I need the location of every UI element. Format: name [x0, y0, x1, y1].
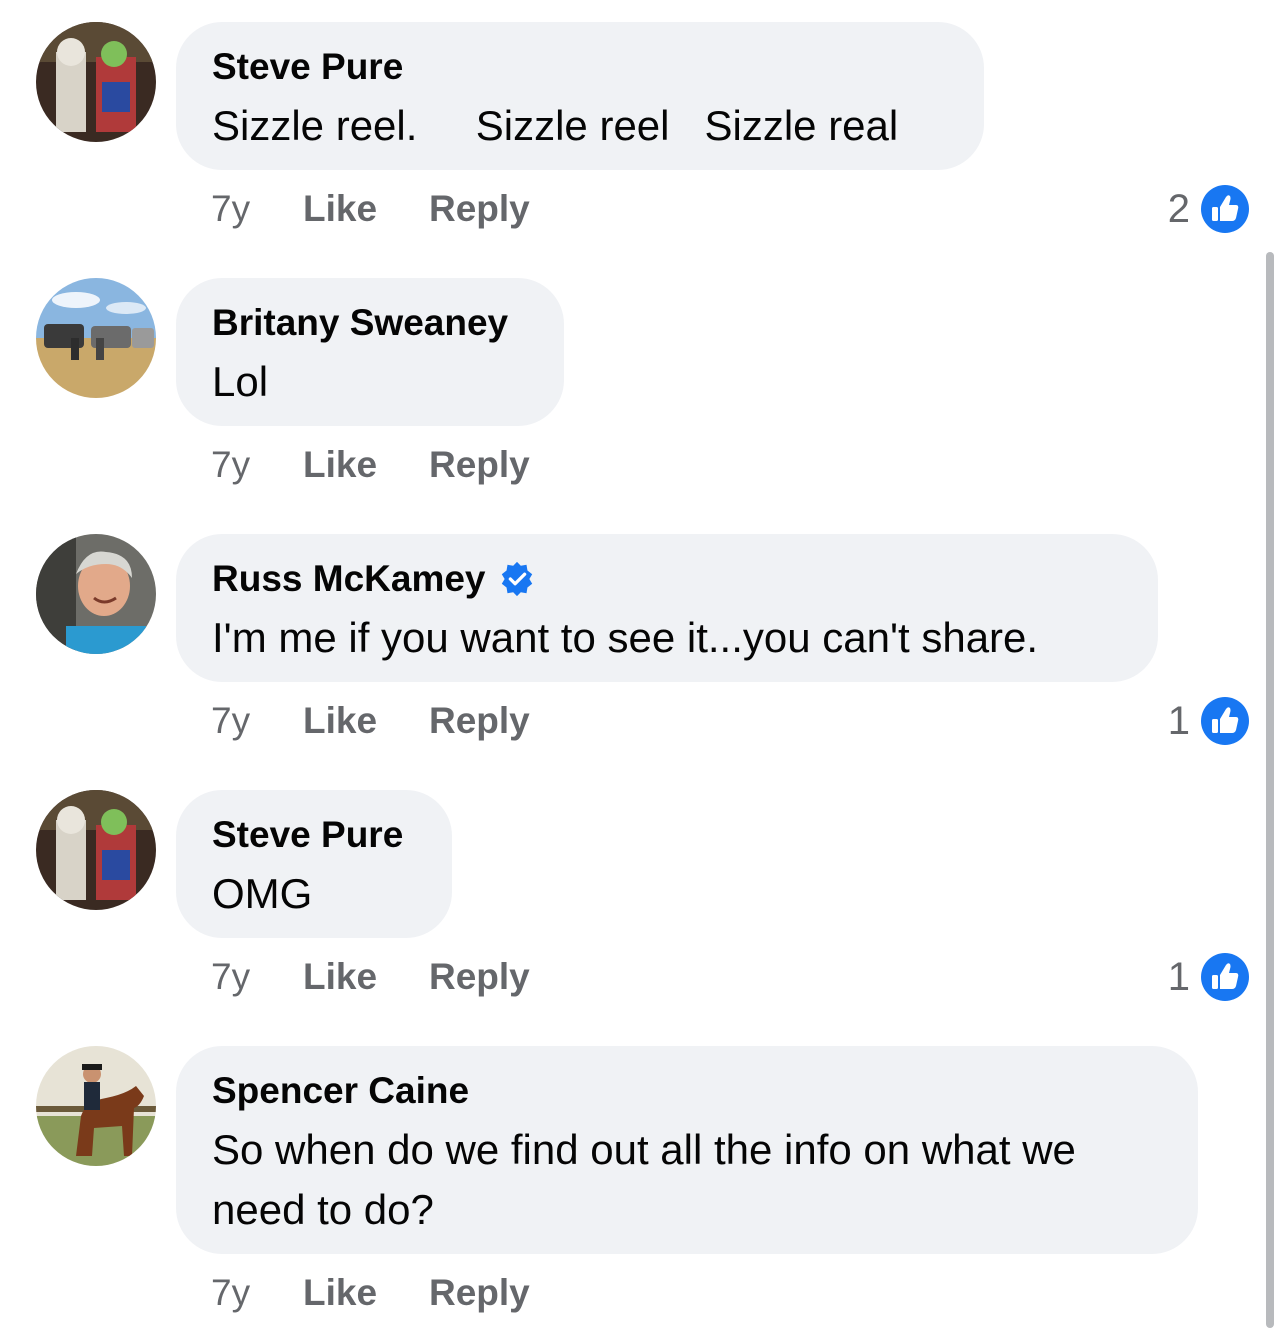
author-name[interactable]: Spencer Caine	[212, 1066, 469, 1116]
comment-bubble: Spencer Caine So when do we find out all…	[176, 1046, 1198, 1254]
comment-timestamp[interactable]: 7y	[211, 444, 303, 486]
reaction-summary[interactable]: 2	[1168, 184, 1250, 234]
comment-timestamp[interactable]: 7y	[211, 188, 303, 230]
comment-timestamp[interactable]: 7y	[211, 956, 303, 998]
avatar-russ-mckamey-image	[36, 534, 156, 654]
author-name[interactable]: Britany Sweaney	[212, 298, 508, 348]
avatar[interactable]	[36, 278, 156, 398]
author-name[interactable]: Steve Pure	[212, 42, 403, 92]
comment-bubble: Steve Pure Sizzle reel. Sizzle reel Sizz…	[176, 22, 984, 170]
like-button[interactable]: Like	[303, 188, 429, 230]
comment-author[interactable]: Spencer Caine	[212, 1066, 1160, 1116]
comment-author[interactable]: Britany Sweaney	[212, 298, 526, 348]
comment-text: Lol	[212, 358, 269, 405]
reaction-count: 1	[1167, 954, 1190, 999]
reply-button[interactable]: Reply	[429, 1272, 530, 1314]
avatar-spencer-caine-image	[36, 1046, 156, 1166]
comment-text: Sizzle reel. Sizzle reel Sizzle real	[212, 102, 899, 149]
avatar[interactable]	[36, 22, 156, 142]
reaction-summary[interactable]: 1	[1168, 696, 1250, 746]
comment-text: So when do we find out all the info on w…	[212, 1126, 1088, 1233]
reply-button[interactable]: Reply	[429, 956, 530, 998]
like-thumb-icon	[1201, 953, 1249, 1001]
like-thumb-icon	[1201, 697, 1249, 745]
reply-button[interactable]: Reply	[429, 188, 530, 230]
comment-text: OMG	[212, 870, 313, 917]
comment-actions: 7y Like Reply	[211, 440, 530, 490]
comment-timestamp[interactable]: 7y	[211, 700, 303, 742]
like-thumb-icon	[1201, 185, 1249, 233]
like-button[interactable]: Like	[303, 444, 429, 486]
reaction-count: 2	[1167, 186, 1190, 231]
comment-author[interactable]: Russ McKamey	[212, 554, 1120, 604]
avatar[interactable]	[36, 534, 156, 654]
avatar-steve-pure-image	[36, 790, 156, 910]
scrollbar[interactable]	[1266, 252, 1274, 1328]
comment-actions: 7y Like Reply	[211, 696, 530, 746]
reply-button[interactable]: Reply	[429, 444, 530, 486]
comment-actions: 7y Like Reply	[211, 184, 530, 234]
avatar[interactable]	[36, 790, 156, 910]
comment-bubble: Steve Pure OMG	[176, 790, 452, 938]
reaction-summary[interactable]: 1	[1168, 952, 1250, 1002]
comment-bubble: Russ McKamey I'm me if you want to see i…	[176, 534, 1158, 682]
avatar[interactable]	[36, 1046, 156, 1166]
like-button[interactable]: Like	[303, 956, 429, 998]
like-button[interactable]: Like	[303, 700, 429, 742]
verified-badge-icon	[501, 561, 532, 597]
author-name[interactable]: Russ McKamey	[212, 554, 486, 604]
avatar-britany-sweaney-image	[36, 278, 156, 398]
comment-bubble: Britany Sweaney Lol	[176, 278, 564, 426]
comment-author[interactable]: Steve Pure	[212, 810, 414, 860]
comment-actions: 7y Like Reply	[211, 952, 530, 1002]
comment-text: I'm me if you want to see it...you can't…	[212, 614, 1039, 661]
reaction-count: 1	[1167, 698, 1190, 743]
reply-button[interactable]: Reply	[429, 700, 530, 742]
comment-actions: 7y Like Reply	[211, 1268, 530, 1318]
comment-timestamp[interactable]: 7y	[211, 1272, 303, 1314]
author-name[interactable]: Steve Pure	[212, 810, 403, 860]
avatar-steve-pure-image	[36, 22, 156, 142]
comment-author[interactable]: Steve Pure	[212, 42, 946, 92]
like-button[interactable]: Like	[303, 1272, 429, 1314]
